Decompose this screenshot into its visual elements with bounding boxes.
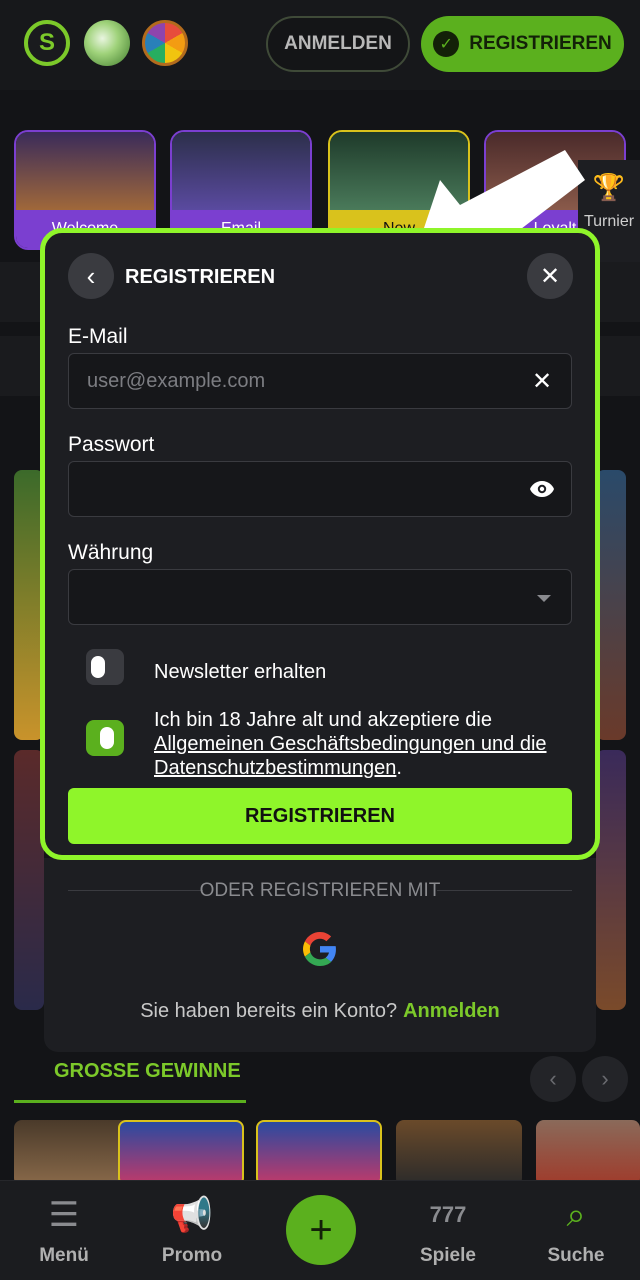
have-account-row: Sie haben bereits ein Konto? Anmelden (0, 1000, 640, 1023)
toggle-knob (91, 656, 105, 678)
email-field[interactable] (87, 354, 507, 408)
megaphone-icon: 📢 (170, 1196, 214, 1234)
fortune-wheel-icon[interactable] (142, 20, 188, 66)
google-icon[interactable] (303, 932, 337, 966)
newsletter-toggle[interactable] (86, 649, 124, 685)
newsletter-label: Newsletter erhalten (154, 661, 327, 683)
login-button[interactable]: ANMELDEN (266, 16, 410, 72)
nav-promo[interactable]: 📢 Promo (132, 1193, 252, 1267)
nav-search-label: Suche (547, 1245, 605, 1266)
big-wins-underline (14, 1100, 246, 1103)
game-thumbnail[interactable] (596, 470, 626, 740)
login-link[interactable]: Anmelden (403, 1000, 500, 1022)
promo-image (172, 132, 310, 210)
register-button-label: REGISTRIEREN (469, 33, 612, 54)
currency-label: Währung (68, 541, 154, 564)
brand-logo-icon[interactable]: S (24, 20, 70, 66)
tournament-label: Turnier (583, 213, 635, 230)
big-win-thumbnail[interactable] (256, 1120, 382, 1186)
big-wins-title: GROSSE GEWINNE (54, 1060, 241, 1082)
prev-button[interactable]: ‹ (530, 1056, 576, 1102)
currency-select[interactable] (68, 569, 572, 625)
password-field[interactable] (87, 462, 507, 516)
password-label: Passwort (68, 433, 155, 456)
chevron-right-icon: › (601, 1066, 609, 1091)
terms-text: Ich bin 18 Jahre alt und akzeptiere die … (154, 708, 547, 780)
add-button[interactable]: + (286, 1195, 356, 1265)
search-icon: ⌕ (566, 1196, 586, 1234)
check-icon: ✓ (433, 31, 460, 57)
menu-icon: ☰ (48, 1196, 80, 1234)
top-header: S ANMELDEN ✓ REGISTRIEREN (0, 0, 640, 90)
close-button[interactable]: ✕ (527, 253, 573, 299)
big-win-thumbnail[interactable] (118, 1120, 244, 1186)
nav-search[interactable]: ⌕ Suche (516, 1193, 636, 1267)
eye-icon[interactable] (529, 476, 555, 502)
chevron-down-icon (537, 595, 551, 602)
email-field-container: ✕ (68, 353, 572, 409)
back-button[interactable]: ‹ (68, 253, 114, 299)
nav-menu-label: Menü (39, 1245, 89, 1266)
email-label: E-Mail (68, 325, 128, 348)
clear-icon[interactable]: ✕ (529, 368, 555, 395)
nav-games-label: Spiele (420, 1245, 476, 1266)
nav-games[interactable]: 777 Spiele (388, 1193, 508, 1267)
toggle-knob (100, 727, 114, 749)
have-account-text: Sie haben bereits ein Konto? (140, 1000, 398, 1022)
big-win-thumbnail[interactable] (536, 1120, 640, 1186)
chevron-left-icon: ‹ (86, 260, 96, 291)
register-button[interactable]: ✓ REGISTRIEREN (421, 16, 624, 72)
plus-icon: + (309, 1207, 333, 1252)
nav-promo-label: Promo (161, 1245, 223, 1266)
big-win-thumbnail[interactable] (396, 1120, 522, 1186)
modal-title: REGISTRIEREN (125, 266, 276, 288)
chevron-left-icon: ‹ (549, 1066, 557, 1091)
slot-machine-icon: 777 (429, 1202, 467, 1227)
password-field-container (68, 461, 572, 517)
close-icon: ✕ (539, 262, 561, 290)
submit-register-button[interactable]: REGISTRIEREN (68, 788, 572, 844)
sports-ball-icon[interactable] (84, 20, 130, 66)
terms-link[interactable]: Allgemeinen Geschäftsbedingungen und die (154, 733, 547, 755)
terms-suffix: . (396, 757, 402, 779)
nav-menu[interactable]: ☰ Menü (4, 1193, 124, 1267)
promo-image (16, 132, 154, 210)
or-register-with-text: ODER REGISTRIEREN MIT (199, 880, 441, 901)
terms-prefix: Ich bin 18 Jahre alt und akzeptiere die (154, 709, 492, 731)
registration-modal: ‹ REGISTRIEREN ✕ E-Mail ✕ Passwort Währu… (40, 228, 600, 860)
terms-toggle[interactable] (86, 720, 124, 756)
privacy-link[interactable]: Datenschutzbestimmungen (154, 757, 396, 779)
next-button[interactable]: › (582, 1056, 628, 1102)
